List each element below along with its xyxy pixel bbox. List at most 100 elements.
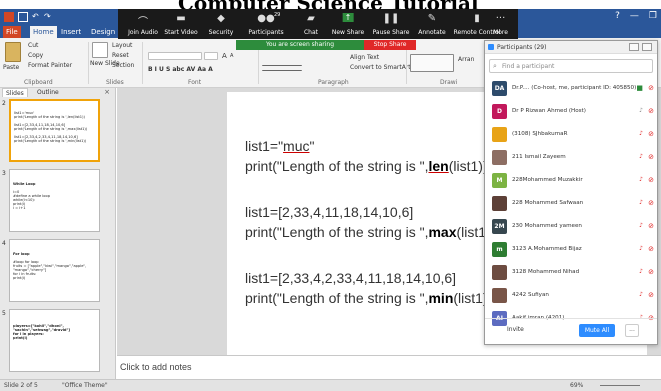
panel-tabs: Slides Outline × (0, 88, 116, 97)
security-button[interactable]: ◆ Security (196, 11, 246, 38)
restore-button[interactable]: ❐ (649, 11, 657, 21)
popout-button[interactable] (629, 43, 639, 51)
zoom-slider[interactable] (600, 385, 640, 386)
video-off-icon: ⊘ (648, 245, 654, 253)
slide-thumbnail[interactable]: players=["kohli","dhoni", "sachin","sehw… (9, 309, 100, 372)
slide-thumbnail[interactable]: While Loop i=0 #define a while loop whil… (9, 169, 100, 232)
function-name: len (428, 158, 449, 174)
format-painter-button[interactable]: Format Painter (28, 62, 72, 69)
notes-pane[interactable]: Click to add notes (117, 355, 661, 379)
code-text: print("Length of the string is ", (245, 224, 429, 240)
minimize-button[interactable]: — (630, 11, 639, 21)
font-size-box[interactable] (204, 52, 218, 60)
arrange-button[interactable]: Arran (458, 56, 474, 63)
participants-button[interactable]: ●● 29 Participants (241, 11, 291, 38)
tab-design[interactable]: Design (88, 26, 118, 38)
microphone-muted-icon[interactable]: ♪ (639, 268, 643, 275)
more-button[interactable]: ··· More (483, 11, 518, 38)
participant-row[interactable]: M 228Mohammed Muzakkir ♪ ⊘ (485, 170, 657, 192)
thumb-line: For loop (13, 252, 30, 256)
grow-font-button[interactable]: A (222, 52, 227, 60)
participant-row[interactable]: 211 Ismail Zayeem ♪ ⊘ (485, 147, 657, 169)
paste-icon[interactable] (5, 42, 21, 62)
layout-button[interactable]: Layout (112, 42, 132, 49)
font-name-box[interactable] (148, 52, 202, 60)
code-line: list1="muc" (245, 138, 314, 154)
slide-thumbnail[interactable]: For loop #loop for loop fruits = ["apple… (9, 239, 100, 302)
avatar (492, 196, 507, 211)
cut-button[interactable]: Cut (28, 42, 38, 49)
microphone-muted-icon[interactable]: ♪ (639, 291, 643, 298)
participant-row[interactable]: (3108) SJhbakumaR ♪ ⊘ (485, 124, 657, 146)
code-text: list1=[2,33,4,2,33,4,11,18,14,10,6] (245, 270, 457, 286)
microphone-icon[interactable]: ■ (636, 84, 643, 92)
microphone-icon[interactable]: ♪ (639, 107, 643, 114)
help-button[interactable]: ? (615, 11, 620, 21)
participant-row[interactable]: 4242 Sufiyan ♪ ⊘ (485, 285, 657, 307)
align-icons[interactable] (262, 65, 302, 71)
paste-button[interactable]: Paste (3, 64, 19, 71)
page-heading: Computer Science Tutorial (0, 0, 661, 9)
microphone-muted-icon[interactable]: ♪ (639, 176, 643, 183)
participant-name: (3108) SJhbakumaR (512, 131, 568, 137)
video-off-icon: ⊘ (648, 107, 654, 115)
shapes-gallery[interactable] (410, 54, 454, 72)
participant-name: Dr P Rizwan Ahmed (Host) (512, 108, 586, 114)
slide-counter: Slide 2 of 5 (4, 382, 38, 389)
copy-button[interactable]: Copy (28, 52, 43, 59)
participant-row[interactable]: D Dr P Rizwan Ahmed (Host) ♪ ⊘ (485, 101, 657, 123)
video-off-icon: ⊘ (648, 222, 654, 230)
more-options-button[interactable]: ... (625, 324, 639, 337)
stop-share-button[interactable]: Stop Share (364, 40, 416, 50)
close-icon[interactable]: × (104, 88, 110, 96)
close-panel-button[interactable] (642, 43, 652, 51)
more-icon: ··· (495, 13, 506, 24)
thumb-line: print('Length of the string is ',min(lis… (14, 139, 87, 143)
slides-panel: Slides Outline × 2 list1='muc' print('Le… (0, 88, 116, 379)
invite-button[interactable]: Invite (507, 326, 524, 333)
tab-file[interactable]: File (3, 26, 21, 38)
function-name: max (428, 224, 457, 240)
tab-insert[interactable]: Insert (58, 26, 84, 38)
participant-search-input[interactable]: ⌕ Find a participant (489, 59, 653, 73)
pencil-icon: ✎ (427, 13, 437, 24)
video-off-icon: ⊘ (648, 84, 654, 92)
redo-icon[interactable]: ↷ (44, 12, 54, 22)
reset-button[interactable]: Reset (112, 52, 129, 59)
tab-slides[interactable]: Slides (2, 88, 28, 97)
pause-icon: ❚❚ (382, 13, 400, 24)
microphone-muted-icon[interactable]: ♪ (639, 245, 643, 252)
tab-home[interactable]: Home (30, 26, 57, 38)
search-icon: ⌕ (493, 62, 497, 70)
participant-row[interactable]: 2M 230 Mohammed yameen ♪ ⊘ (485, 216, 657, 238)
code-text: muc (283, 138, 310, 154)
participant-row[interactable]: 3128 Mohammed Nihad ♪ ⊘ (485, 262, 657, 284)
align-text-button[interactable]: Align Text (350, 54, 379, 61)
microphone-muted-icon[interactable]: ♪ (639, 222, 643, 229)
participant-row[interactable]: DA Dr.P.... (Co-host, me, participant ID… (485, 78, 657, 100)
section-button[interactable]: Section (112, 62, 134, 69)
slide-thumbnail[interactable]: list1='muc' print('Length of the string … (9, 99, 100, 162)
participant-row[interactable]: m 3123 A.Mohammed Bijaz ♪ ⊘ (485, 239, 657, 261)
annotate-button[interactable]: ✎ Annotate (407, 11, 457, 38)
save-icon[interactable] (18, 12, 28, 22)
share-icon: ↑ (342, 13, 354, 22)
avatar (492, 150, 507, 165)
participant-row[interactable]: 228 Mohammed Safwaan ♪ ⊘ (485, 193, 657, 215)
undo-icon[interactable]: ↶ (32, 12, 42, 22)
font-format-buttons[interactable]: B I U S abc AV Aa A (148, 66, 213, 73)
participant-name: 211 Ismail Zayeem (512, 154, 566, 160)
microphone-muted-icon[interactable]: ♪ (639, 153, 643, 160)
remote-icon: ▮ (474, 13, 480, 24)
slide-number: 4 (2, 240, 6, 247)
shrink-font-button[interactable]: A (230, 53, 233, 59)
tab-outline[interactable]: Outline (34, 88, 62, 97)
convert-smartart-button[interactable]: Convert to SmartArt (350, 64, 411, 71)
microphone-muted-icon[interactable]: ♪ (639, 130, 643, 137)
powerpoint-logo-icon (4, 12, 14, 22)
mute-all-button[interactable]: Mute All (579, 324, 615, 337)
microphone-muted-icon[interactable]: ♪ (639, 199, 643, 206)
new-slide-icon[interactable] (92, 42, 108, 58)
video-off-icon: ⊘ (648, 199, 654, 207)
zoom-level[interactable]: 69% (570, 382, 583, 389)
